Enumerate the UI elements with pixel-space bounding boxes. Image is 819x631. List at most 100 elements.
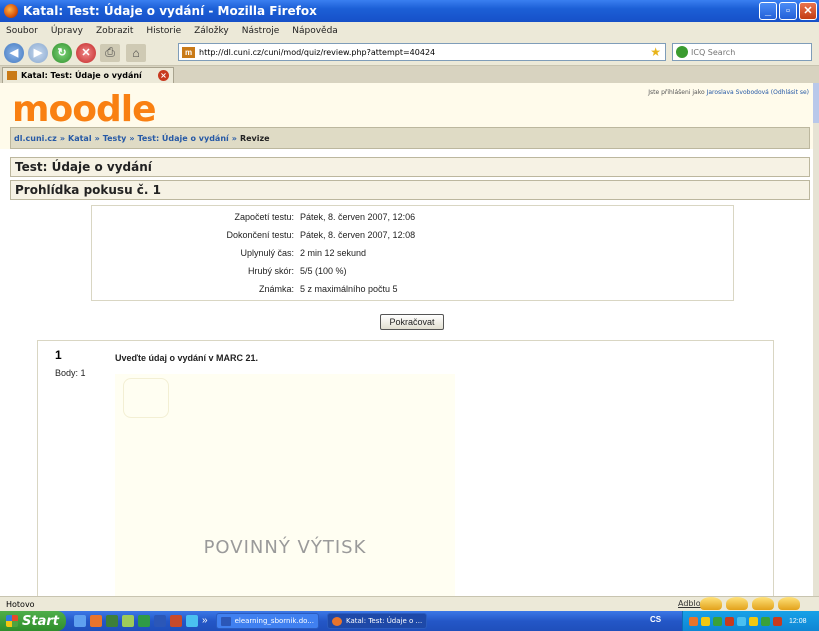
tray-icon[interactable]	[737, 616, 746, 626]
windows-taskbar: Start » elearning_sbornik.do... Katal: T…	[0, 611, 819, 631]
attempt-value: 5/5 (100 %)	[300, 266, 347, 276]
logout-link[interactable]: (Odhlásit se)	[771, 89, 809, 96]
attempt-value: 5 z maximálního počtu 5	[300, 284, 398, 294]
test-title: Test: Údaje o vydání	[15, 160, 152, 174]
maximize-button[interactable]: ▫	[779, 2, 797, 20]
menu-bookmarks[interactable]: Záložky	[194, 26, 229, 36]
url-input[interactable]	[199, 47, 619, 57]
tab-favicon-icon	[7, 71, 17, 80]
attempt-title-heading: Prohlídka pokusu č. 1	[10, 180, 810, 200]
tray-icon[interactable]	[761, 616, 770, 626]
breadcrumb-quiz[interactable]: Test: Údaje o vydání	[138, 134, 229, 143]
status-addon-icon[interactable]	[700, 597, 722, 610]
breadcrumb-quizzes[interactable]: Testy	[103, 134, 127, 143]
reload-button[interactable]: ↻	[52, 42, 72, 63]
attempt-row: Hrubý skór: 5/5 (100 %)	[92, 262, 735, 280]
login-info: Jste přihlášeni jako Jaroslava Svobodová…	[648, 89, 809, 96]
system-tray: 12:08	[682, 611, 819, 631]
home-button[interactable]: ⌂	[126, 43, 146, 62]
address-bar[interactable]: m ★	[178, 43, 666, 61]
taskbar-item-word[interactable]: elearning_sbornik.do...	[215, 613, 319, 629]
quicklaunch-icon[interactable]	[138, 615, 150, 627]
print-button[interactable]: ⎙	[100, 43, 120, 62]
quicklaunch-icon[interactable]	[90, 615, 102, 627]
tray-icon[interactable]	[773, 616, 782, 626]
menu-tools[interactable]: Nástroje	[242, 26, 280, 36]
breadcrumb-current: Revize	[239, 133, 270, 143]
search-engine-icon[interactable]	[676, 46, 688, 58]
attempt-summary-table: Započetí testu: Pátek, 8. červen 2007, 1…	[91, 205, 734, 301]
menu-file[interactable]: Soubor	[6, 26, 38, 36]
breadcrumb-separator: »	[231, 133, 237, 143]
site-header: moodle Jste přihlášeni jako Jaroslava Sv…	[0, 83, 813, 149]
attempt-value: Pátek, 8. červen 2007, 12:08	[300, 230, 416, 240]
tray-icon[interactable]	[701, 616, 710, 626]
quicklaunch-icon[interactable]	[74, 615, 86, 627]
quicklaunch-icon[interactable]	[106, 615, 118, 627]
windows-flag-icon	[6, 615, 18, 627]
tab-bar: Katal: Test: Údaje o vydání ×	[0, 66, 819, 83]
breadcrumb-separator: »	[129, 133, 135, 143]
start-button[interactable]: Start	[0, 611, 66, 631]
close-button[interactable]: ✕	[799, 2, 817, 20]
question-image: POVINNÝ VÝTISK	[115, 374, 455, 596]
attempt-row: Započetí testu: Pátek, 8. červen 2007, 1…	[92, 208, 735, 226]
menu-help[interactable]: Nápověda	[292, 26, 338, 36]
clock[interactable]: 12:08	[789, 618, 807, 625]
attempt-value: Pátek, 8. červen 2007, 12:06	[300, 212, 416, 222]
user-link[interactable]: Jaroslava Svobodová	[707, 89, 769, 96]
stop-button[interactable]: ✕	[76, 42, 96, 63]
minimize-button[interactable]: _	[759, 2, 777, 20]
quick-launch: »	[74, 615, 208, 627]
menu-view[interactable]: Zobrazit	[96, 26, 133, 36]
scrollbar-thumb[interactable]	[813, 83, 819, 123]
status-addon-icon[interactable]	[726, 597, 748, 610]
quicklaunch-icon[interactable]	[170, 615, 182, 627]
breadcrumb: dl.cuni.cz » Katal » Testy » Test: Údaje…	[10, 127, 810, 149]
question-number: 1	[55, 348, 62, 362]
tray-icon[interactable]	[749, 616, 758, 626]
tab-active[interactable]: Katal: Test: Údaje o vydání ×	[2, 67, 174, 83]
moodle-logo[interactable]: moodle	[12, 89, 157, 130]
status-addon-icon[interactable]	[752, 597, 774, 610]
forward-button[interactable]: ▶	[28, 42, 48, 63]
menu-bar: Soubor Úpravy Zobrazit Historie Záložky …	[0, 22, 819, 40]
attempt-label: Dokončení testu:	[226, 230, 294, 240]
taskbar-item-firefox[interactable]: Katal: Test: Údaje o ...	[327, 613, 428, 629]
vertical-scrollbar[interactable]	[813, 83, 819, 596]
question-points: Body: 1	[55, 368, 86, 378]
tab-close-icon[interactable]: ×	[158, 70, 169, 81]
quicklaunch-icon[interactable]	[186, 615, 198, 627]
quicklaunch-icon[interactable]	[122, 615, 134, 627]
language-indicator[interactable]: CS	[650, 615, 661, 624]
firefox-icon	[4, 4, 18, 18]
menu-history[interactable]: Historie	[146, 26, 181, 36]
breadcrumb-course[interactable]: Katal	[68, 134, 92, 143]
attempt-label: Započetí testu:	[234, 212, 294, 222]
attempt-label: Známka:	[258, 284, 294, 294]
search-input[interactable]	[691, 47, 801, 57]
attempt-row: Uplynulý čas: 2 min 12 sekund	[92, 244, 735, 262]
navigation-toolbar: ◀ ▶ ↻ ✕ ⎙ ⌂ m ★	[0, 40, 819, 66]
search-box[interactable]	[672, 43, 812, 61]
back-button[interactable]: ◀	[4, 42, 24, 63]
status-addon-icon[interactable]	[778, 597, 800, 610]
breadcrumb-separator: »	[94, 133, 100, 143]
word-doc-icon	[220, 616, 231, 626]
quicklaunch-icon[interactable]	[154, 615, 166, 627]
attempt-label: Uplynulý čas:	[240, 248, 294, 258]
window-title: Katal: Test: Údaje o vydání - Mozilla Fi…	[23, 4, 317, 18]
attempt-label: Hrubý skór:	[247, 266, 294, 276]
tray-icon[interactable]	[689, 616, 698, 626]
tray-icon[interactable]	[725, 616, 734, 626]
tray-icon[interactable]	[713, 616, 722, 626]
task-label: elearning_sbornik.do...	[234, 617, 314, 625]
breadcrumb-site[interactable]: dl.cuni.cz	[14, 134, 57, 143]
task-label: Katal: Test: Údaje o ...	[346, 617, 423, 625]
menu-edit[interactable]: Úpravy	[51, 26, 83, 36]
bookmark-star-icon[interactable]: ★	[650, 45, 661, 59]
site-favicon-icon: m	[182, 46, 195, 58]
quicklaunch-more-icon[interactable]: »	[202, 615, 208, 627]
continue-button[interactable]: Pokračovat	[380, 314, 444, 330]
tab-title: Katal: Test: Údaje o vydání	[21, 71, 142, 80]
